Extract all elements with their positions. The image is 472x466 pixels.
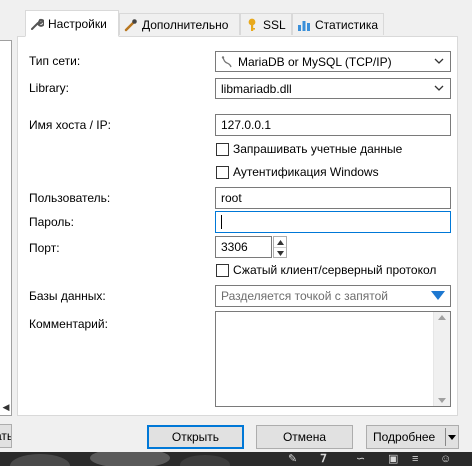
wrench-icon: [31, 18, 44, 30]
tools-icon: [124, 18, 137, 31]
comment-scrollbar[interactable]: [433, 312, 450, 406]
prompt-credentials-label: Запрашивать учетные данные: [233, 142, 403, 156]
password-input[interactable]: [215, 211, 451, 233]
scroll-left-arrow-icon[interactable]: ◀: [0, 400, 12, 414]
cancel-button[interactable]: Отмена: [256, 425, 353, 449]
tab-settings[interactable]: Настройки: [25, 10, 119, 37]
more-button-label: Подробнее: [373, 430, 436, 444]
tab-statistics[interactable]: Статистика: [292, 13, 384, 35]
text-caret: [221, 215, 222, 229]
library-label: Library:: [29, 81, 70, 95]
host-input[interactable]: 127.0.0.1: [215, 114, 451, 136]
open-button[interactable]: Открыть: [147, 425, 244, 449]
bold-icon: 𝟩: [320, 453, 327, 465]
windows-auth-checkbox[interactable]: Аутентификация Windows: [216, 164, 379, 180]
emoji-icon: ☺: [440, 453, 452, 465]
checkbox-box[interactable]: [216, 165, 229, 179]
windows-auth-label: Аутентификация Windows: [233, 165, 379, 179]
network-type-select[interactable]: MariaDB or MySQL (TCP/IP): [215, 51, 451, 72]
spin-up-button[interactable]: [274, 237, 286, 248]
user-input[interactable]: root: [215, 187, 451, 209]
network-type-label: Тип сети:: [29, 54, 81, 68]
chevron-down-icon: [434, 58, 444, 64]
scroll-up-icon[interactable]: [438, 315, 446, 320]
bar-chart-icon: [298, 20, 310, 31]
prompt-credentials-checkbox[interactable]: Запрашивать учетные данные: [216, 141, 402, 157]
open-button-label: Открыть: [171, 430, 220, 444]
port-spinner[interactable]: [273, 236, 287, 258]
left-partial-button[interactable]: ать: [0, 424, 12, 448]
tab-advanced[interactable]: Дополнительно: [119, 13, 240, 35]
compressed-protocol-label: Сжатый клиент/серверный протокол: [233, 263, 437, 277]
user-label: Пользователь:: [29, 191, 111, 205]
network-icon: [221, 55, 232, 67]
databases-input[interactable]: Разделяется точкой с запятой: [215, 285, 451, 307]
tab-advanced-label: Дополнительно: [142, 17, 229, 32]
library-value: libmariadb.dll: [221, 81, 292, 96]
scroll-down-icon[interactable]: [438, 398, 446, 403]
dropdown-triangle-icon[interactable]: [431, 291, 445, 301]
attach-icon: ∽: [356, 453, 366, 465]
caret-up-icon: [276, 239, 284, 245]
tab-ssl[interactable]: SSL: [240, 13, 292, 35]
more-button[interactable]: Подробнее: [366, 425, 459, 449]
host-value: 127.0.0.1: [221, 118, 272, 132]
library-select[interactable]: libmariadb.dll: [215, 78, 451, 99]
checkbox-box[interactable]: [216, 142, 229, 156]
caret-down-icon: [276, 250, 284, 256]
password-label: Пароль:: [29, 215, 74, 229]
split-divider: [445, 428, 446, 446]
caret-down-icon[interactable]: [448, 435, 456, 440]
port-label: Порт:: [29, 241, 60, 255]
pen-icon: ✎: [288, 453, 298, 465]
databases-label: Базы данных:: [29, 289, 106, 303]
background-image-strip: ✎ 𝟩 ∽ ▣ ≡ ☺: [0, 452, 472, 466]
comment-label: Комментарий:: [29, 317, 108, 331]
cancel-button-label: Отмена: [282, 430, 327, 444]
port-input[interactable]: 3306: [215, 236, 272, 258]
image-icon: ▣: [388, 453, 399, 465]
databases-placeholder: Разделяется точкой с запятой: [221, 289, 388, 303]
comment-textarea[interactable]: [215, 311, 451, 407]
session-list-panel[interactable]: [0, 40, 12, 416]
network-type-value: MariaDB or MySQL (TCP/IP): [238, 54, 392, 69]
tab-statistics-label: Статистика: [315, 17, 379, 32]
key-icon: [248, 18, 256, 31]
spin-down-button[interactable]: [274, 248, 286, 258]
left-partial-button-label: ать: [0, 429, 12, 443]
compressed-protocol-checkbox[interactable]: Сжатый клиент/серверный протокол: [216, 262, 436, 278]
tab-ssl-label: SSL: [263, 17, 286, 32]
checkbox-box[interactable]: [216, 263, 229, 277]
chevron-down-icon: [434, 85, 444, 91]
host-label: Имя хоста / IP:: [29, 118, 111, 132]
user-value: root: [221, 191, 242, 205]
port-value: 3306: [221, 240, 248, 254]
list-icon: ≡: [412, 453, 419, 465]
tab-settings-label: Настройки: [48, 16, 107, 31]
